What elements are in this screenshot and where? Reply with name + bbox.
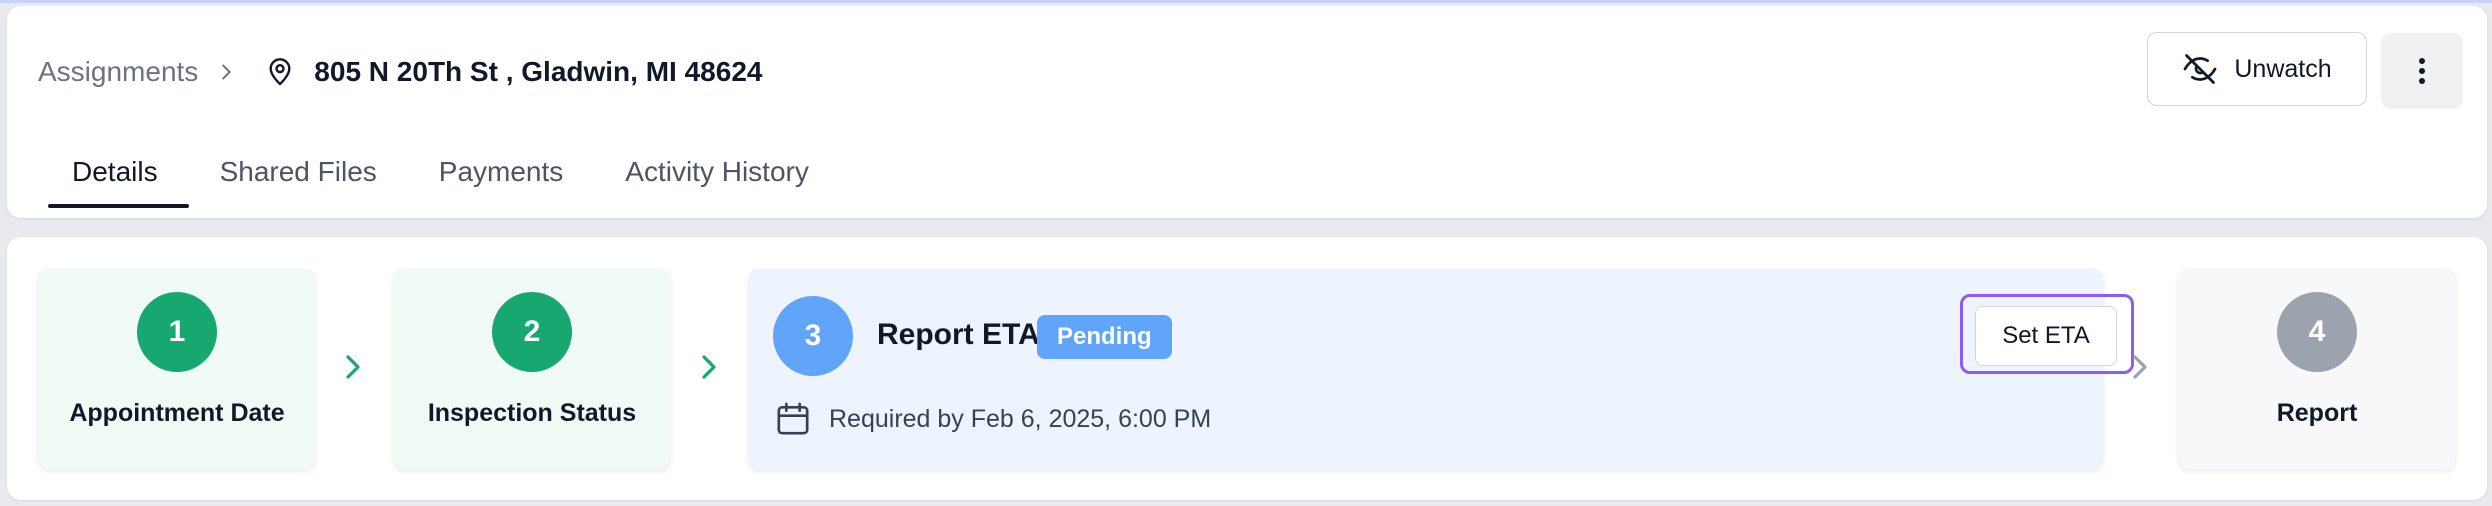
step-inspection-status[interactable]: 2 Inspection Status bbox=[394, 269, 670, 469]
tab-activity-history[interactable]: Activity History bbox=[594, 136, 840, 208]
assignment-header: Assignments 805 N 20Th St , Gladwin, MI … bbox=[7, 6, 2487, 218]
set-eta-button[interactable]: Set ETA bbox=[1975, 306, 2117, 366]
workflow-stepper: 1 Appointment Date 2 Inspection Status 3… bbox=[7, 237, 2487, 500]
tab-shared-files[interactable]: Shared Files bbox=[189, 136, 408, 208]
eye-off-icon bbox=[2182, 51, 2218, 87]
step-number-badge: 2 bbox=[492, 292, 572, 372]
map-pin-icon bbox=[260, 52, 300, 92]
chevron-right-icon bbox=[689, 347, 729, 387]
calendar-icon bbox=[773, 399, 813, 439]
more-options-button[interactable] bbox=[2381, 33, 2463, 109]
tab-bar: Details Shared Files Payments Activity H… bbox=[41, 136, 840, 208]
step-label: Report bbox=[2276, 399, 2358, 427]
step-number-badge: 1 bbox=[137, 292, 217, 372]
more-vertical-icon bbox=[2418, 57, 2426, 85]
unwatch-label: Unwatch bbox=[2234, 54, 2332, 83]
chevron-right-icon bbox=[2120, 347, 2160, 387]
tab-details[interactable]: Details bbox=[41, 136, 189, 208]
assignment-address: 805 N 20Th St , Gladwin, MI 48624 bbox=[314, 56, 763, 87]
step-appointment-date[interactable]: 1 Appointment Date bbox=[39, 269, 315, 469]
tab-payments[interactable]: Payments bbox=[408, 136, 595, 208]
step-title: Report ETA bbox=[877, 318, 1040, 351]
top-accent-line bbox=[0, 0, 2492, 3]
status-badge: Pending bbox=[1037, 315, 1172, 359]
breadcrumb-assignments-link[interactable]: Assignments bbox=[38, 56, 198, 88]
step-number-badge: 3 bbox=[773, 296, 853, 376]
step-report[interactable]: 4 Report bbox=[2179, 269, 2455, 469]
breadcrumb: Assignments 805 N 20Th St , Gladwin, MI … bbox=[38, 52, 762, 92]
chevron-right-icon bbox=[206, 52, 246, 92]
step-report-eta: 3 Report ETA Pending Required by Feb 6, … bbox=[749, 269, 2134, 469]
step-label: Appointment Date bbox=[69, 399, 285, 427]
step-number-badge: 4 bbox=[2277, 292, 2357, 372]
unwatch-button[interactable]: Unwatch bbox=[2147, 32, 2367, 106]
required-by-date: Required by Feb 6, 2025, 6:00 PM bbox=[829, 405, 1212, 433]
step-label: Inspection Status bbox=[427, 399, 637, 427]
chevron-right-icon bbox=[333, 347, 373, 387]
